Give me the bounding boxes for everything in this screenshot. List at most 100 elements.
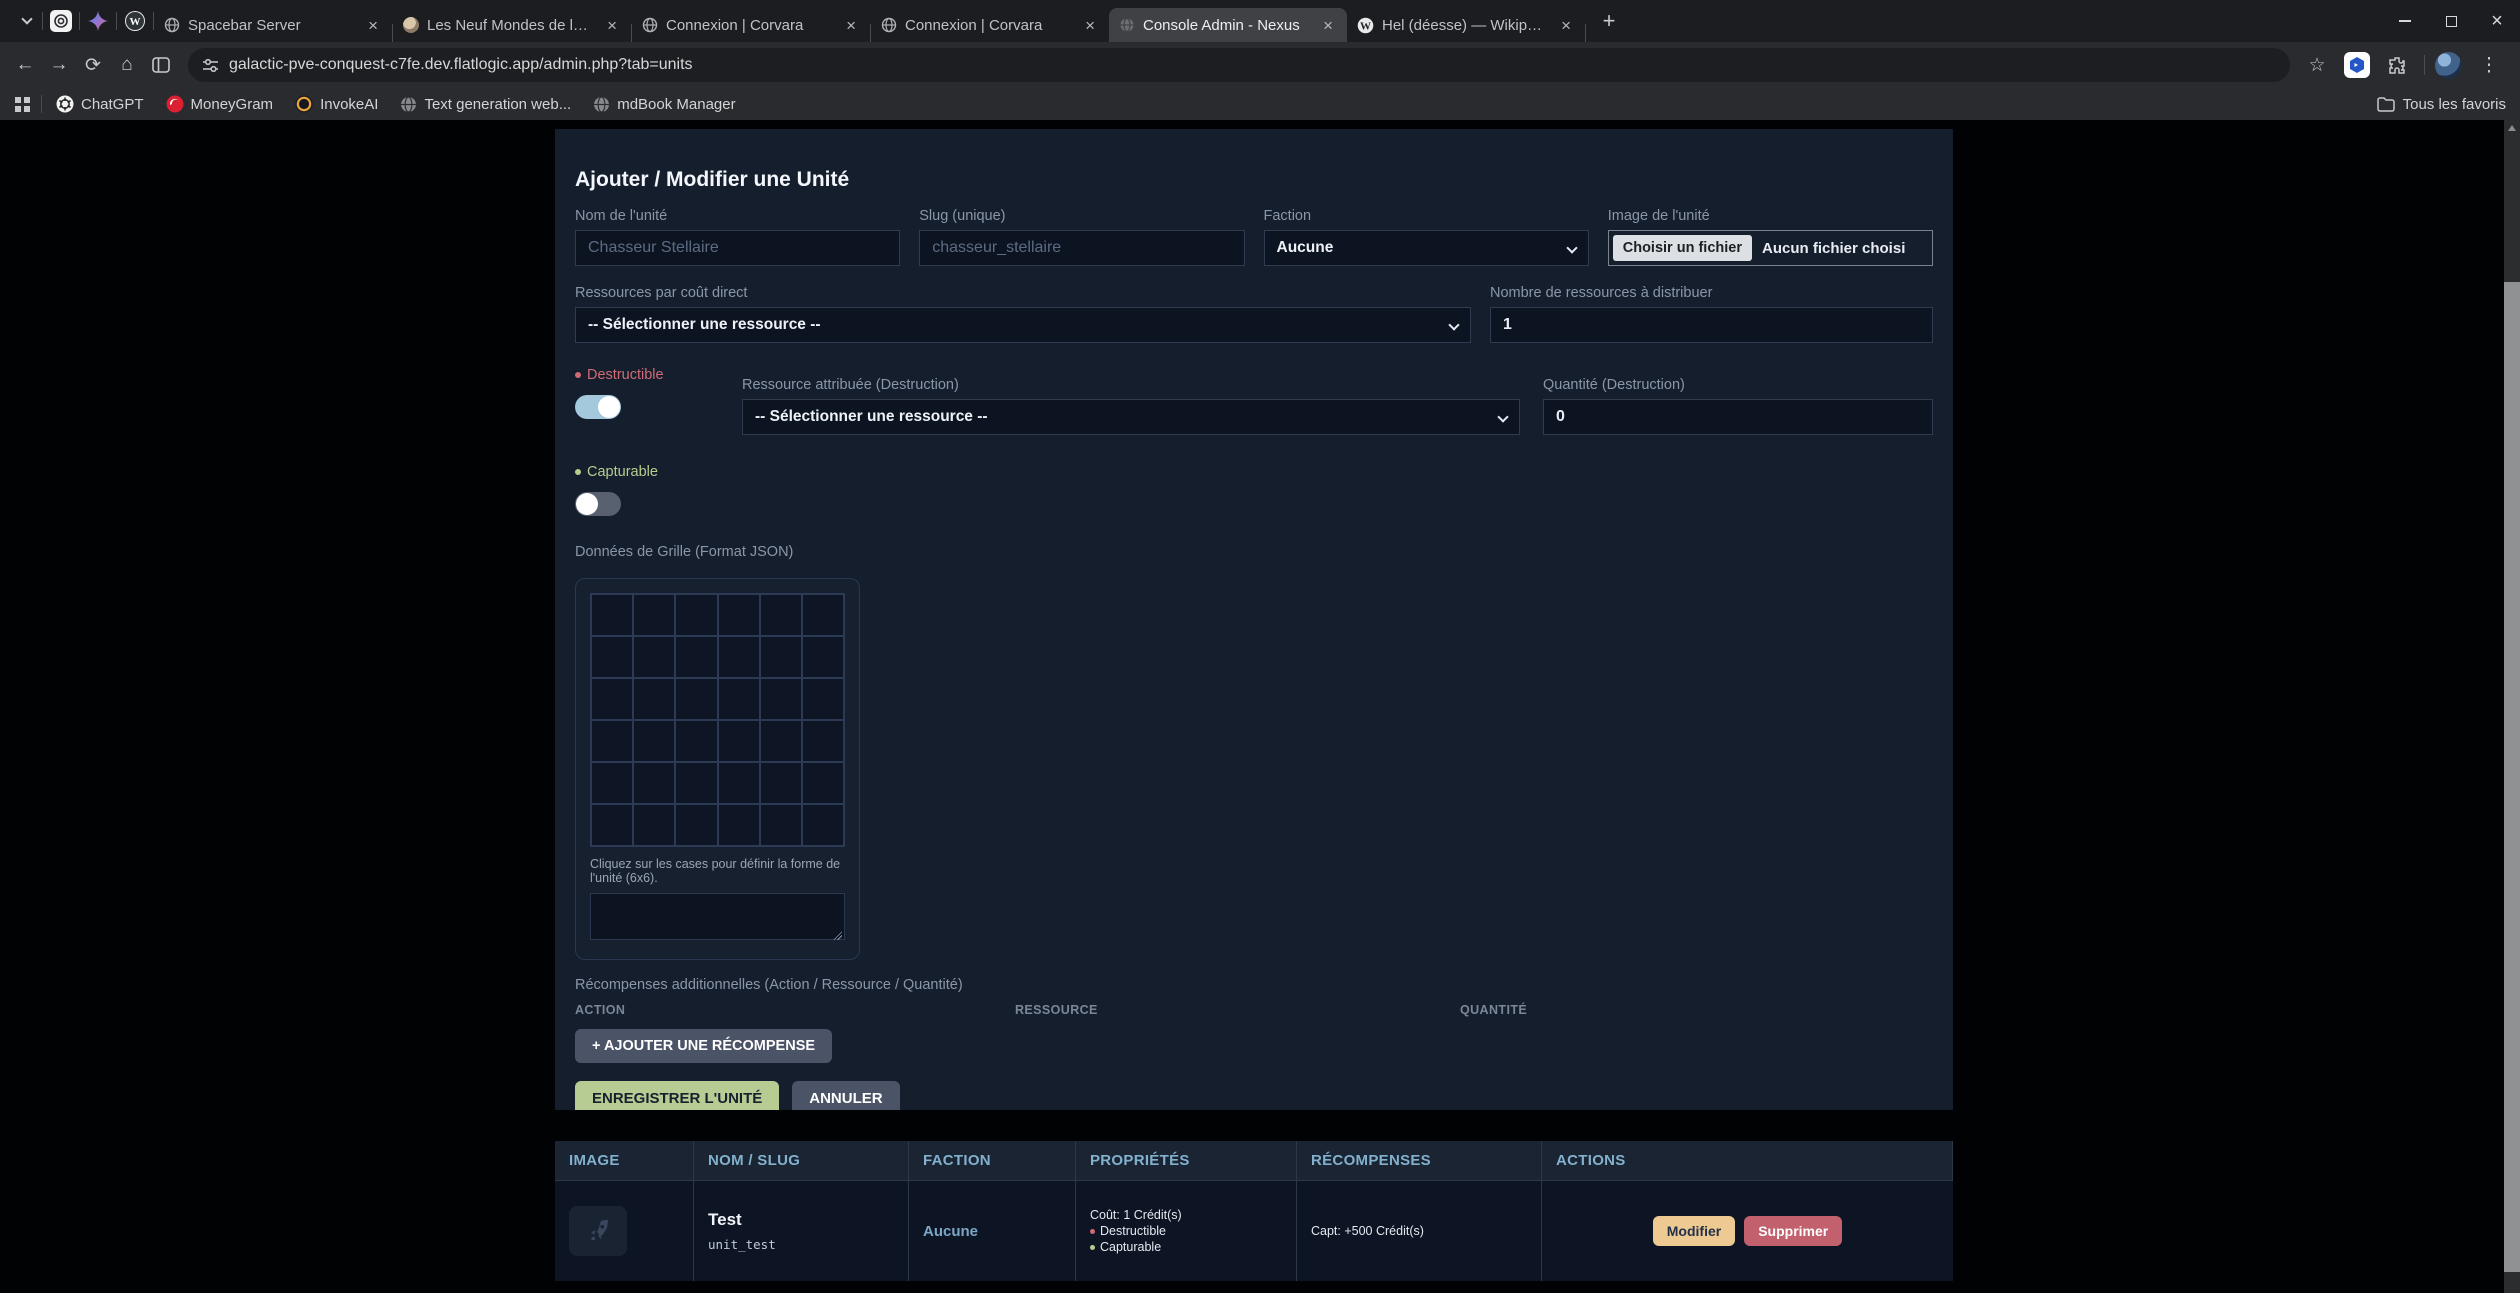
bookmark-star-button[interactable]: ☆ <box>2300 48 2334 82</box>
maximize-button[interactable] <box>2428 0 2474 42</box>
extensions-button[interactable] <box>2380 48 2414 82</box>
grid-cell[interactable] <box>591 720 633 762</box>
add-reward-button[interactable]: + AJOUTER UNE RÉCOMPENSE <box>575 1029 832 1063</box>
tab-close-icon[interactable]: × <box>1557 16 1575 35</box>
grid-cell[interactable] <box>633 762 675 804</box>
capturable-toggle[interactable] <box>575 492 621 516</box>
forward-button[interactable]: → <box>42 48 76 82</box>
grid-cell[interactable] <box>675 720 717 762</box>
bookmark-mdbook-manager[interactable]: mdBook Manager <box>593 96 735 113</box>
grid-cell[interactable] <box>802 762 844 804</box>
grid-cell[interactable] <box>718 678 760 720</box>
extension-bot-button[interactable] <box>2344 52 2370 78</box>
tab-spacebar-server[interactable]: Spacebar Server × <box>154 8 392 42</box>
url-text[interactable]: galactic-pve-conquest-c7fe.dev.flatlogic… <box>229 56 693 74</box>
grid-cell[interactable] <box>675 804 717 846</box>
tab-search-button[interactable] <box>12 6 42 36</box>
scrollbar-thumb[interactable] <box>2504 282 2520 1272</box>
pinned-tab-wordpress[interactable]: W <box>117 4 153 38</box>
tab-les-neuf-mondes[interactable]: Les Neuf Mondes de la Mythol × <box>393 8 631 42</box>
new-tab-button[interactable]: + <box>1594 6 1624 36</box>
menu-kebab-button[interactable]: ⋮ <box>2472 48 2506 82</box>
page-scrollbar[interactable] <box>2504 120 2520 1293</box>
home-button[interactable]: ⌂ <box>110 48 144 82</box>
tab-connexion-corvara-2[interactable]: Connexion | Corvara × <box>871 8 1109 42</box>
grid-cell[interactable] <box>802 678 844 720</box>
tab-connexion-corvara-1[interactable]: Connexion | Corvara × <box>632 8 870 42</box>
grid-cell[interactable] <box>760 804 802 846</box>
grid-cell[interactable] <box>675 762 717 804</box>
grid-cell[interactable] <box>760 636 802 678</box>
grid-cell[interactable] <box>591 678 633 720</box>
profile-avatar[interactable] <box>2435 52 2462 79</box>
grid-cell[interactable] <box>633 594 675 636</box>
grid-cell[interactable] <box>760 762 802 804</box>
resource-count-input[interactable] <box>1490 307 1933 343</box>
faction-select[interactable]: Aucune <box>1264 230 1589 266</box>
tab-close-icon[interactable]: × <box>364 16 382 35</box>
cancel-button[interactable]: ANNULER <box>792 1081 899 1110</box>
tab-label: Les Neuf Mondes de la Mythol <box>427 17 595 34</box>
unit-name-input[interactable] <box>575 230 900 266</box>
grid-cell[interactable] <box>675 636 717 678</box>
grid-cell[interactable] <box>633 720 675 762</box>
unit-image-file-input[interactable]: Choisir un fichier Aucun fichier choisi <box>1608 230 1933 266</box>
grid-cell[interactable] <box>591 594 633 636</box>
site-settings-icon[interactable] <box>202 58 219 73</box>
destruction-resource-select[interactable]: -- Sélectionner une ressource -- <box>742 399 1520 435</box>
address-bar[interactable]: galactic-pve-conquest-c7fe.dev.flatlogic… <box>188 48 2290 82</box>
tab-close-icon[interactable]: × <box>1319 16 1337 35</box>
tab-close-icon[interactable]: × <box>1081 16 1099 35</box>
tab-close-icon[interactable]: × <box>842 16 860 35</box>
choose-file-button[interactable]: Choisir un fichier <box>1613 235 1752 261</box>
grid-cell[interactable] <box>760 594 802 636</box>
grid-json-textarea[interactable] <box>590 893 845 940</box>
pinned-tab-fingerprint[interactable] <box>43 4 79 38</box>
grid-cell[interactable] <box>718 762 760 804</box>
side-panel-button[interactable] <box>144 48 178 82</box>
grid-cell[interactable] <box>675 594 717 636</box>
pinned-tab-gemini[interactable] <box>80 4 116 38</box>
grid-cell[interactable] <box>633 804 675 846</box>
grid-cell[interactable] <box>802 804 844 846</box>
grid-cell[interactable] <box>760 720 802 762</box>
minimize-button[interactable] <box>2382 0 2428 42</box>
delete-unit-button[interactable]: Supprimer <box>1744 1216 1842 1246</box>
grid-cell[interactable] <box>633 636 675 678</box>
bookmark-text-generation-webui[interactable]: Text generation web... <box>400 96 571 113</box>
bookmark-invokeai[interactable]: InvokeAI <box>295 95 378 113</box>
tab-close-icon[interactable]: × <box>603 16 621 35</box>
slug-input[interactable] <box>919 230 1244 266</box>
grid-cell[interactable] <box>591 762 633 804</box>
edit-unit-button[interactable]: Modifier <box>1653 1216 1735 1246</box>
chatgpt-icon <box>56 95 74 113</box>
resize-handle-icon[interactable] <box>833 931 842 940</box>
all-bookmarks-button[interactable]: Tous les favoris <box>2377 96 2506 113</box>
grid-cell[interactable] <box>718 594 760 636</box>
grid-cell[interactable] <box>591 636 633 678</box>
destructible-toggle[interactable] <box>575 395 621 419</box>
grid-cell[interactable] <box>718 636 760 678</box>
grid-cell[interactable] <box>718 804 760 846</box>
grid-cell[interactable] <box>675 678 717 720</box>
grid-cell[interactable] <box>718 720 760 762</box>
scroll-up-icon[interactable] <box>2508 125 2516 131</box>
grid-cell[interactable] <box>760 678 802 720</box>
grid-cell[interactable] <box>802 636 844 678</box>
grid-cell[interactable] <box>802 594 844 636</box>
grid-cell[interactable] <box>802 720 844 762</box>
resource-cost-select[interactable]: -- Sélectionner une ressource -- <box>575 307 1471 343</box>
grid-cell[interactable] <box>591 804 633 846</box>
destruction-qty-input[interactable] <box>1543 399 1933 435</box>
apps-grid-button[interactable] <box>14 96 31 113</box>
back-button[interactable]: ← <box>8 48 42 82</box>
reload-button[interactable]: ⟳ <box>76 48 110 82</box>
globe-favicon-icon <box>881 17 897 33</box>
save-unit-button[interactable]: ENREGISTRER L'UNITÉ <box>575 1081 779 1110</box>
tab-console-admin-nexus-active[interactable]: Console Admin - Nexus × <box>1109 8 1347 42</box>
bookmark-moneygram[interactable]: MoneyGram <box>166 95 274 113</box>
tab-hel-wikipedia[interactable]: W Hel (déesse) — Wikipédia × <box>1347 8 1585 42</box>
close-button[interactable]: × <box>2474 0 2520 42</box>
bookmark-chatgpt[interactable]: ChatGPT <box>56 95 144 113</box>
grid-cell[interactable] <box>633 678 675 720</box>
